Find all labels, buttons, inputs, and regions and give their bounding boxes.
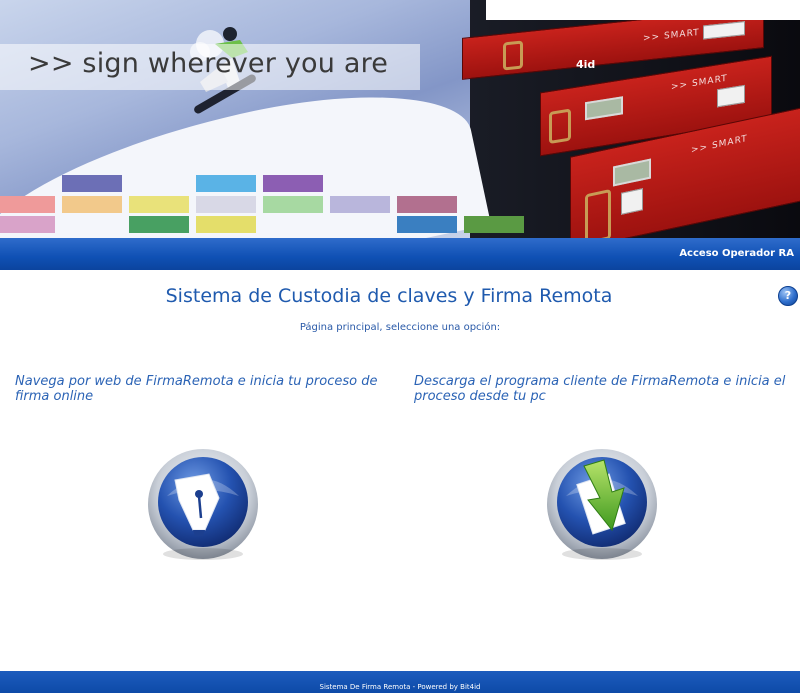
download-client-description: Descarga el programa cliente de FirmaRem…	[414, 374, 786, 404]
color-block	[397, 196, 457, 213]
page-subtitle: Página principal, seleccione una opción:	[299, 322, 501, 333]
color-block	[196, 175, 256, 192]
color-block	[129, 216, 189, 233]
server-label: >> SMART	[643, 27, 700, 44]
page-title: Sistema de Custodia de claves y Firma Re…	[165, 285, 613, 307]
operator-access-link[interactable]: Acceso Operador RA	[679, 248, 794, 259]
server-handle	[503, 40, 523, 71]
web-signing-button[interactable]	[145, 448, 261, 564]
banner-slogan: >> sign wherever you are	[28, 48, 389, 79]
color-block	[263, 196, 323, 213]
color-block	[196, 216, 256, 233]
server-lcd	[585, 96, 623, 121]
server-lcd	[613, 158, 651, 187]
color-block	[330, 196, 390, 213]
color-block	[62, 175, 122, 192]
web-signing-description: Navega por web de FirmaRemota e inicia t…	[15, 374, 378, 404]
color-block	[0, 196, 55, 213]
banner-corner	[486, 0, 800, 20]
server-handle	[549, 108, 571, 144]
color-block	[62, 196, 122, 213]
footer-bar: Sistema De Firma Remota - Powered by Bit…	[0, 671, 800, 693]
header-banner: >> sign wherever you are >> SMART 4id >>…	[0, 0, 800, 238]
footer-text: Sistema De Firma Remota - Powered by Bit…	[319, 683, 481, 691]
help-icon[interactable]: ?	[778, 286, 798, 306]
server-port	[621, 188, 643, 215]
top-nav-bar: Acceso Operador RA	[0, 238, 800, 270]
brand-badge: 4id	[576, 58, 596, 71]
server-handle	[585, 188, 611, 238]
color-block	[464, 216, 524, 233]
color-block	[0, 216, 55, 233]
color-block	[129, 196, 189, 213]
server-port	[717, 84, 745, 108]
fountain-pen-icon	[148, 449, 258, 560]
download-arrow-icon	[547, 449, 657, 560]
color-block	[196, 196, 256, 213]
server-label: >> SMART	[691, 133, 748, 156]
download-client-button[interactable]	[544, 448, 660, 564]
color-block	[263, 175, 323, 192]
server-port	[703, 21, 745, 40]
color-block	[397, 216, 457, 233]
